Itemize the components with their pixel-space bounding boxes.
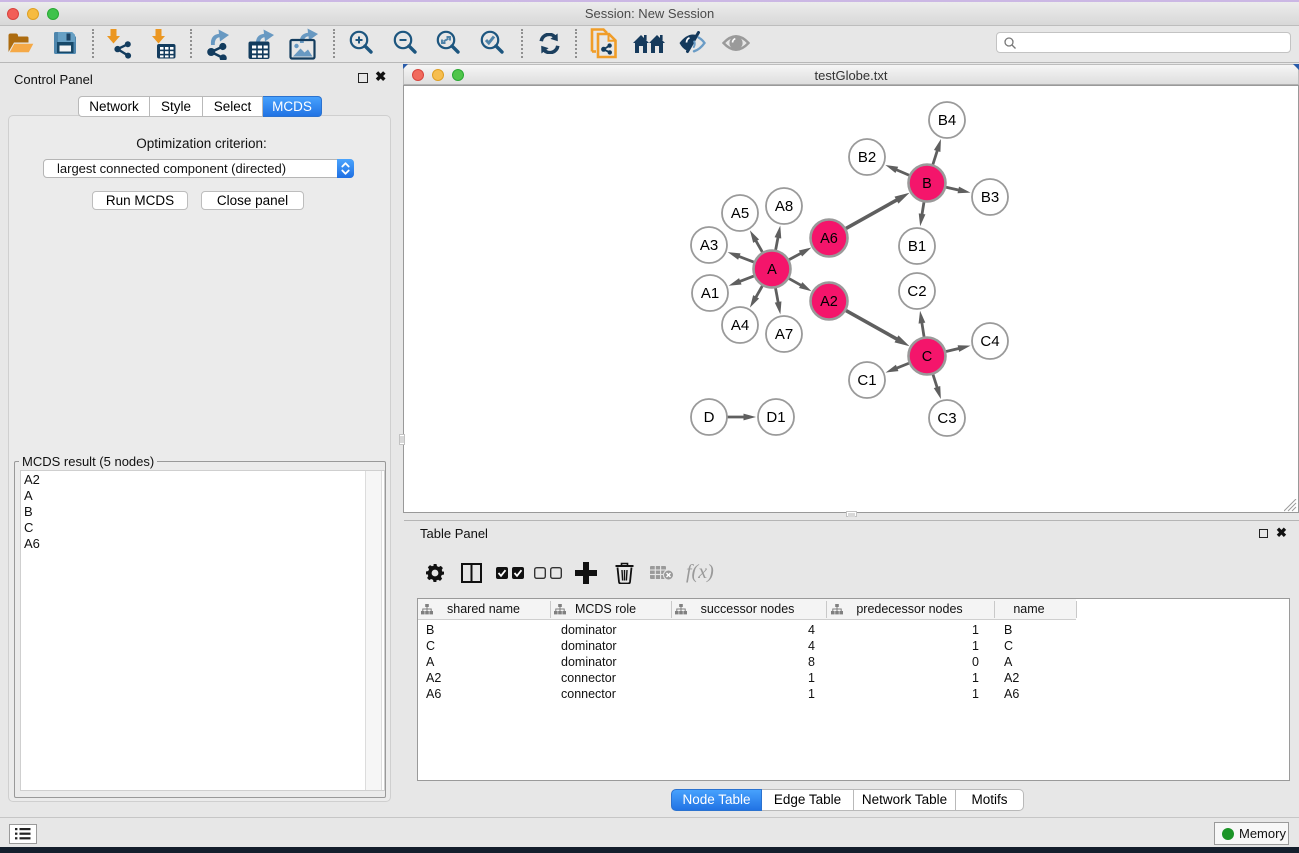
svg-text:A1: A1	[701, 285, 719, 302]
svg-text:C1: C1	[857, 372, 876, 389]
svg-text:C4: C4	[980, 333, 999, 350]
svg-text:B: B	[922, 176, 932, 192]
svg-text:D: D	[704, 409, 715, 426]
svg-text:A: A	[767, 262, 777, 278]
svg-text:A5: A5	[731, 205, 749, 222]
svg-text:D1: D1	[766, 409, 785, 426]
svg-text:C2: C2	[907, 283, 926, 300]
svg-text:A4: A4	[731, 317, 749, 334]
svg-text:A2: A2	[820, 294, 838, 310]
svg-text:A6: A6	[820, 231, 838, 247]
svg-text:B4: B4	[938, 112, 956, 129]
svg-text:A8: A8	[775, 198, 793, 215]
svg-text:B1: B1	[908, 238, 926, 255]
svg-text:C: C	[922, 349, 932, 365]
svg-text:C3: C3	[937, 410, 956, 427]
svg-text:A3: A3	[700, 237, 718, 254]
svg-text:A7: A7	[775, 326, 793, 343]
svg-text:B2: B2	[858, 149, 876, 166]
svg-text:B3: B3	[981, 189, 999, 206]
